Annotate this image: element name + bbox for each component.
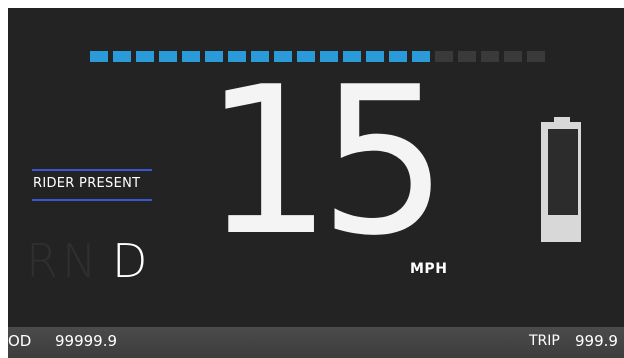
speed-value: 15 (203, 44, 449, 281)
rider-status: RIDER PRESENT (32, 169, 152, 201)
dashboard-screen: RIDER PRESENT R N D 15 MPH OD 99999.9 TR… (8, 8, 624, 358)
battery-empty-area (548, 129, 578, 215)
trip-value: 999.9 (575, 332, 618, 350)
gear-reverse: R (26, 234, 58, 288)
speed-bar-segment (136, 51, 154, 62)
trip-label: TRIP (529, 333, 560, 349)
speed-bar-segment (527, 51, 545, 62)
speed-bar-segment (113, 51, 131, 62)
bottom-info-bar: OD 99999.9 TRIP 999.9 (8, 327, 624, 358)
speed-bar-segment (159, 51, 177, 62)
speed-bar-segment (458, 51, 476, 62)
gear-neutral: N (62, 234, 97, 288)
speed-bar-segment (182, 51, 200, 62)
speed-unit: MPH (410, 261, 448, 277)
speed-bar-segment (435, 51, 453, 62)
battery-body (541, 122, 581, 242)
speed-bar-segment (90, 51, 108, 62)
gear-drive: D (112, 234, 148, 288)
battery-icon (541, 117, 585, 243)
speed-bar-segment (481, 51, 499, 62)
odometer-value: 99999.9 (55, 332, 118, 350)
rider-status-label: RIDER PRESENT (33, 176, 141, 191)
odometer-label: OD (8, 332, 32, 350)
speed-bar-segment (504, 51, 522, 62)
